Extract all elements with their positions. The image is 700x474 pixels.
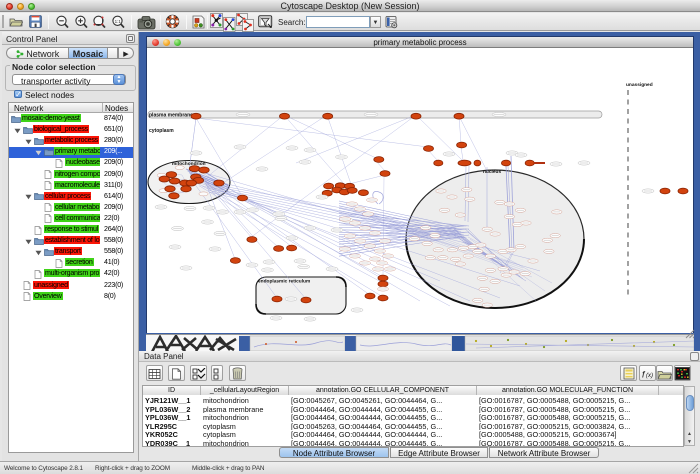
svg-text:unassigned: unassigned [626, 82, 653, 88]
svg-text:endoplasmic reticulum: endoplasmic reticulum [258, 279, 310, 285]
svg-text:nucleus: nucleus [483, 169, 501, 175]
svg-text:plasma membrane: plasma membrane [149, 113, 193, 119]
svg-text:1:1: 1:1 [115, 19, 122, 24]
svg-text:(x): (x) [646, 373, 653, 379]
svg-text:cytoplasm: cytoplasm [149, 128, 174, 134]
